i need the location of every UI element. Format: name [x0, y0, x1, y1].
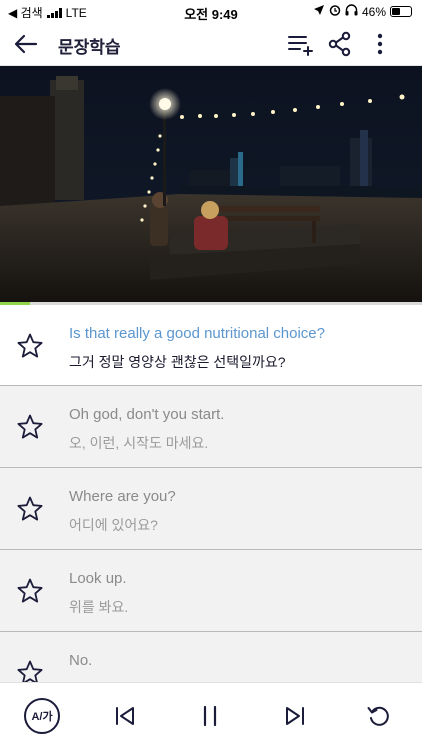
status-bar: ◀ 검색 LTE 오전 9:49 46% — [0, 0, 422, 22]
location-icon — [313, 4, 325, 19]
more-vert-icon[interactable] — [366, 30, 394, 58]
app-bar: 문장학습 — [0, 22, 422, 66]
share-icon[interactable] — [326, 30, 354, 58]
page-title: 문장학습 — [58, 38, 121, 57]
skip-previous-icon[interactable] — [107, 698, 143, 734]
sentence-korean: 그거 정말 영양상 괜찮은 선택일까요? — [69, 354, 286, 370]
star-icon[interactable] — [16, 659, 44, 682]
sentence-english: Where are you? — [69, 488, 176, 505]
sentence-item[interactable]: Oh god, don't you start. 오, 이런, 시작도 마세요. — [0, 386, 422, 468]
star-icon[interactable] — [16, 495, 44, 523]
pause-icon[interactable] — [192, 698, 228, 734]
sentence-english: Oh god, don't you start. — [69, 406, 225, 423]
sentence-item[interactable]: No. — [0, 632, 422, 682]
video-frame — [0, 66, 422, 302]
playback-controls: A/가 — [0, 682, 422, 750]
sentence-english: Look up. — [69, 570, 127, 587]
battery-percent: 46% — [361, 4, 386, 19]
battery-icon — [390, 6, 412, 17]
sentence-english: Is that really a good nutritional choice… — [69, 325, 325, 342]
sentence-list[interactable]: Is that really a good nutritional choice… — [0, 305, 422, 682]
replay-icon[interactable] — [361, 698, 397, 734]
star-icon[interactable] — [16, 413, 44, 441]
sentence-korean: 위를 봐요. — [69, 599, 129, 615]
star-icon[interactable] — [16, 332, 44, 360]
back-arrow-icon[interactable] — [12, 30, 40, 58]
sentence-english: No. — [69, 652, 93, 669]
language-toggle-button[interactable]: A/가 — [24, 698, 60, 734]
skip-next-icon[interactable] — [277, 698, 313, 734]
sentence-item[interactable]: Where are you? 어디에 있어요? — [0, 468, 422, 550]
sentence-korean: 어디에 있어요? — [69, 517, 158, 533]
video-player[interactable] — [0, 66, 422, 302]
sentence-item[interactable]: Look up. 위를 봐요. — [0, 550, 422, 632]
sentence-korean: 오, 이런, 시작도 마세요. — [69, 435, 209, 451]
playlist-add-icon[interactable] — [286, 30, 314, 58]
star-icon[interactable] — [16, 577, 44, 605]
sentence-item[interactable]: Is that really a good nutritional choice… — [0, 305, 422, 386]
headphones-icon — [345, 4, 358, 19]
alarm-icon — [329, 4, 341, 19]
